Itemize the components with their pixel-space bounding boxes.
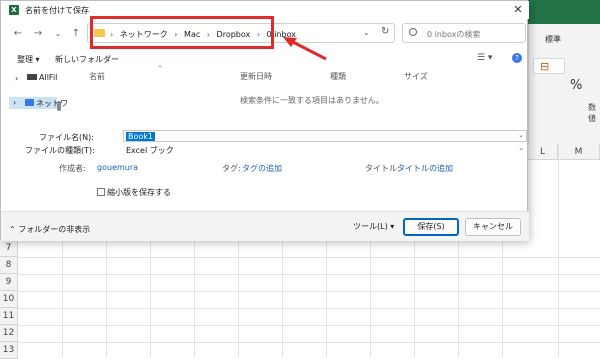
excel-app-icon: X	[9, 5, 19, 15]
filetype-select[interactable]: Excel ブック ⌄	[123, 143, 527, 155]
tree-item-network[interactable]: ネットワ	[36, 98, 68, 109]
save-as-dialog: X 名前を付けて保存 ✕ ← → ⌄ ↑ › ネットワーク › Mac › Dr…	[0, 0, 529, 241]
save-thumbnail-label[interactable]: 縮小版を保存する	[107, 187, 171, 198]
author-label: 作成者:	[59, 164, 86, 173]
grid-line	[558, 144, 559, 357]
row-header[interactable]: 11	[0, 308, 18, 325]
red-highlight-box	[90, 16, 274, 49]
filename-input[interactable]: Book1 ⌄	[123, 130, 527, 142]
author-value[interactable]: gouemura	[97, 163, 138, 172]
row-header[interactable]: 8	[0, 257, 18, 274]
tree-expand-icon[interactable]: ›	[15, 74, 18, 83]
sort-indicator-icon: ^	[157, 65, 163, 73]
new-folder-button[interactable]: 新しいフォルダー	[55, 54, 119, 65]
row-header[interactable]: 13	[0, 342, 18, 359]
dialog-footer: ⌃ フォルダーの非表示 ツール(L) ▾ 保存(S) キャンセル	[1, 211, 529, 241]
row-header[interactable]: 12	[0, 325, 18, 342]
row-header[interactable]: 7	[0, 240, 18, 257]
up-arrow-icon[interactable]: ↑	[69, 27, 83, 41]
column-size[interactable]: サイズ	[404, 71, 428, 82]
drive-icon	[27, 74, 37, 80]
number-group-label: 数値	[588, 103, 596, 123]
column-name[interactable]: 名前	[89, 71, 105, 82]
currency-icon: ⊟	[540, 60, 550, 73]
percent-style-button[interactable]: %	[570, 78, 582, 93]
tree-expand-icon[interactable]: ›	[13, 98, 16, 107]
search-input[interactable]: 0 inboxの検索	[402, 23, 526, 43]
chevron-up-icon: ⌃	[9, 225, 19, 234]
cancel-button[interactable]: キャンセル	[465, 218, 521, 236]
column-header-m[interactable]: M	[558, 144, 600, 160]
red-arrow-icon	[283, 37, 327, 61]
save-button[interactable]: 保存(S)	[403, 218, 459, 236]
help-icon[interactable]: ?	[512, 53, 522, 63]
hide-folders-button[interactable]: ⌃ フォルダーの非表示	[9, 224, 90, 235]
hide-folders-label: フォルダーの非表示	[18, 225, 91, 234]
search-icon	[409, 28, 417, 36]
back-arrow-icon[interactable]: ←	[11, 27, 25, 41]
column-type[interactable]: 種類	[330, 71, 346, 82]
refresh-icon[interactable]: ↻	[381, 26, 389, 37]
empty-results-message: 検索条件に一致する項目はありません。	[240, 96, 384, 105]
tree-scrollbar[interactable]	[57, 101, 61, 111]
currency-format-button[interactable]: ⊟	[533, 58, 565, 74]
tools-menu[interactable]: ツール(L) ▾	[353, 221, 394, 232]
column-modified[interactable]: 更新日時	[240, 71, 272, 82]
recent-locations-chevron-icon[interactable]: ⌄	[51, 27, 65, 41]
tags-input[interactable]: タグの追加	[242, 163, 282, 174]
network-icon	[25, 99, 34, 106]
search-placeholder: 0 inboxの検索	[427, 30, 481, 39]
filename-value: Book1	[126, 132, 155, 141]
number-format-dropdown[interactable]: 標準	[545, 34, 561, 45]
chevron-down-icon[interactable]: ⌄	[518, 144, 524, 152]
title-label: タイトル:	[365, 164, 400, 173]
filename-label: ファイル名(N):	[39, 133, 94, 142]
row-header[interactable]: 9	[0, 274, 18, 291]
address-dropdown-icon[interactable]: ⌄	[363, 28, 370, 37]
filetype-value: Excel ブック	[126, 146, 174, 155]
view-options-icon[interactable]: ☰ ▾	[477, 53, 492, 63]
organize-menu[interactable]: 整理 ▾	[17, 54, 40, 65]
chevron-down-icon[interactable]: ⌄	[518, 131, 524, 139]
column-header-l[interactable]: L	[528, 144, 558, 160]
tree-item-allfiles[interactable]: AllFil	[39, 73, 57, 82]
dialog-title: 名前を付けて保存	[25, 6, 89, 15]
tags-label: タグ:	[222, 164, 241, 173]
forward-arrow-icon[interactable]: →	[31, 27, 45, 41]
filetype-label: ファイルの種類(T):	[25, 146, 95, 155]
save-thumbnail-checkbox[interactable]	[97, 188, 105, 196]
row-header[interactable]: 10	[0, 291, 18, 308]
ribbon-visible-part	[528, 24, 600, 144]
title-input[interactable]: タイトルの追加	[397, 163, 453, 174]
close-icon[interactable]: ✕	[511, 3, 525, 17]
